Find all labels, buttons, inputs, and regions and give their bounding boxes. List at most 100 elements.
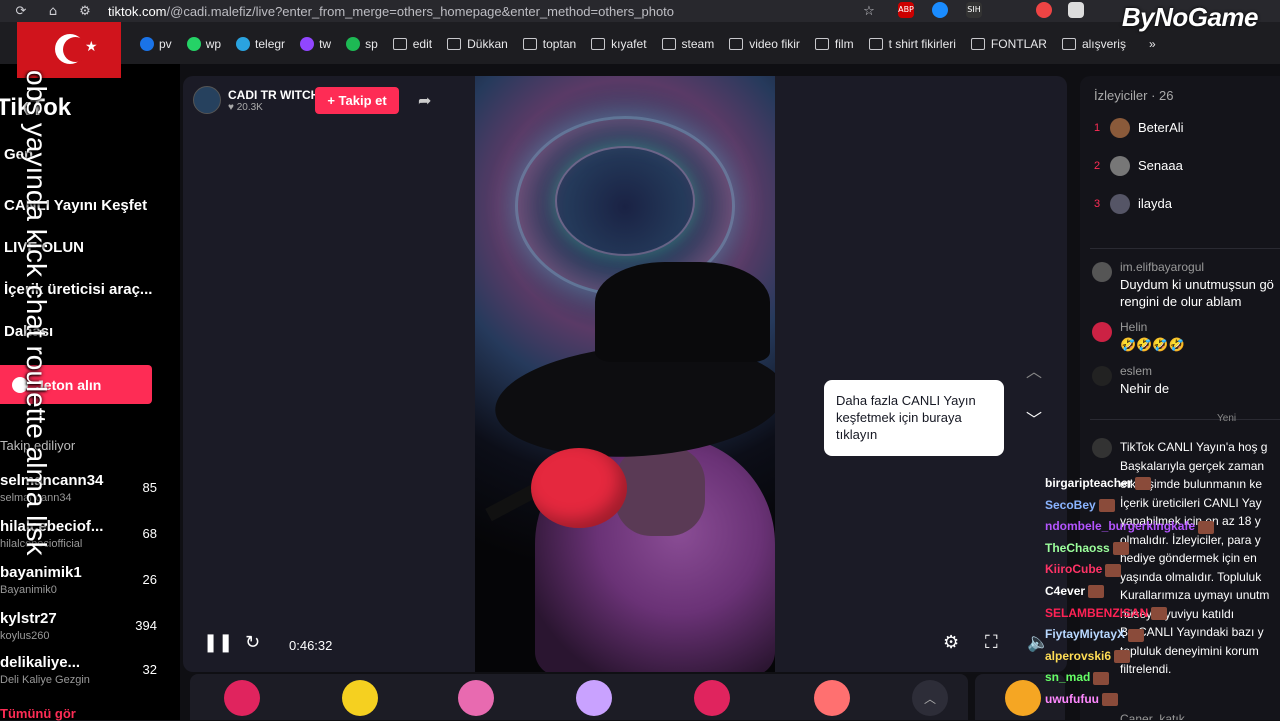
emote-icon <box>1198 520 1215 534</box>
previous-live-arrow-icon[interactable]: ︿ <box>1026 358 1042 382</box>
overlay-chat-name: KiiroCube <box>1045 562 1103 577</box>
bookmark-favicon-icon <box>346 37 361 51</box>
rose-gift-icon[interactable] <box>224 680 260 716</box>
settings-icon[interactable]: ⚙ <box>943 632 959 653</box>
emote-icon <box>1101 693 1118 707</box>
address-bar: ⟳ ⌂ ⚙ tiktok.com/@cadi.malefiz/live?ente… <box>0 0 1280 22</box>
viewer-rank: 3 <box>1094 198 1101 210</box>
folder-icon <box>392 38 407 50</box>
bookmark-item[interactable]: toptan <box>522 37 576 51</box>
reload-icon[interactable]: ⟳ <box>10 0 32 22</box>
viewer-avatar[interactable] <box>1110 118 1130 138</box>
overlay-chat-name: SecoBey <box>1045 497 1096 512</box>
chat-username[interactable]: Caner_katık <box>1120 712 1185 720</box>
bookmark-label: kıyafet <box>611 37 647 51</box>
live-video[interactable] <box>475 76 775 672</box>
tiktok-gift-icon[interactable] <box>576 680 612 716</box>
viewer-avatar[interactable] <box>1110 156 1130 176</box>
overlay-chat-user: uwufufuu <box>1045 692 1118 707</box>
viewers-header[interactable]: İzleyiciler · 26 <box>1094 88 1174 103</box>
bookmark-label: t shirt fikirleri <box>888 37 956 51</box>
tiktok-system-icon <box>1092 438 1112 458</box>
watermark-logo: ByNoGame <box>1121 2 1259 32</box>
overlay-chat-name: C4ever <box>1045 584 1086 598</box>
bookmark-item[interactable]: steam <box>661 37 714 51</box>
bookmark-item[interactable]: wp <box>186 37 221 51</box>
refresh-icon[interactable]: ↻ <box>245 632 260 653</box>
perfume-gift-icon[interactable] <box>458 680 494 716</box>
streamer-name[interactable]: CADI TR WITCH <box>228 88 319 102</box>
bookmark-item[interactable]: t shirt fikirleri <box>868 37 956 51</box>
bookmark-label: tw <box>319 37 332 51</box>
fullscreen-icon[interactable]: ⛶ <box>985 632 998 653</box>
bookmark-favicon-icon <box>140 37 154 51</box>
streamer-face <box>615 446 705 536</box>
pause-icon[interactable]: ❚❚ <box>203 632 233 653</box>
sponge-gift-icon[interactable] <box>342 680 378 716</box>
chat-avatar[interactable] <box>1092 366 1112 386</box>
bookmark-item[interactable]: film <box>814 37 854 51</box>
bookmark-item[interactable]: edit <box>392 37 432 51</box>
sih-extension-icon[interactable]: SIH <box>966 2 982 18</box>
emote-icon <box>1128 628 1145 642</box>
next-live-arrow-icon[interactable]: ﹀ <box>1026 406 1042 430</box>
overlay-chat-name: uwufufuu <box>1045 692 1099 706</box>
chat-username[interactable]: eslem <box>1120 364 1152 378</box>
bookmarks-overflow-button[interactable]: » <box>1149 37 1156 51</box>
bookmark-item[interactable]: pv <box>140 37 172 51</box>
chat-avatar[interactable] <box>1092 262 1112 282</box>
folder-icon <box>661 38 676 50</box>
extension-icon-2[interactable] <box>1068 2 1084 18</box>
url-text[interactable]: tiktok.com/@cadi.malefiz/live?enter_from… <box>108 4 674 19</box>
bookmark-item[interactable]: sp <box>346 37 378 51</box>
heart-bear-gift-icon[interactable] <box>814 680 850 716</box>
chat-avatar[interactable] <box>1092 322 1112 342</box>
live-player[interactable]: CADI TR WITCH ♥ 20.3K + Takip et ➦ ❚❚ ↻ … <box>183 76 1067 672</box>
streamer-avatar[interactable] <box>193 86 221 114</box>
bookmark-label: video fikir <box>749 37 800 51</box>
extension-icon[interactable] <box>1036 2 1052 18</box>
follow-button[interactable]: + Takip et <box>315 87 399 114</box>
bookmark-star-icon[interactable]: ☆ <box>858 0 880 22</box>
bookmark-favicon-icon <box>186 37 201 51</box>
folder-icon <box>729 38 744 50</box>
bookmark-label: film <box>834 37 854 51</box>
chat-message: 🤣🤣🤣🤣 <box>1120 337 1185 352</box>
viewer-avatar[interactable] <box>1110 194 1130 214</box>
tiktok-coin-gift-icon[interactable] <box>1005 680 1041 716</box>
bookmark-item[interactable]: telegr <box>236 37 285 51</box>
microphone <box>531 448 627 528</box>
share-icon[interactable]: ➦ <box>418 91 431 110</box>
chat-username[interactable]: Helin <box>1120 320 1147 334</box>
badge-gift-icon[interactable] <box>694 680 730 716</box>
viewer-count: 68 <box>142 526 157 541</box>
bookmark-item[interactable]: alışveriş <box>1061 37 1126 51</box>
new-divider-label: Yeni <box>1217 413 1237 424</box>
viewer-name[interactable]: BeterAli <box>1138 120 1184 135</box>
bookmark-label: Dükkan <box>467 37 508 51</box>
overlay-chat-name: sn_mad <box>1045 670 1091 685</box>
abp-extension-icon[interactable]: ABP <box>898 2 914 18</box>
bookmark-item[interactable]: tw <box>300 37 331 51</box>
explore-tooltip[interactable]: Daha fazla CANLI Yayın keşfetmek için bu… <box>824 380 1004 456</box>
bookmark-item[interactable]: FONTLAR <box>970 37 1047 51</box>
bookmark-item[interactable]: kıyafet <box>591 37 647 51</box>
overlay-chat-name: FiytayMiytayX <box>1045 627 1126 642</box>
site-info-icon[interactable]: ⚙ <box>74 0 96 22</box>
overlay-chat-user: sn_mad <box>1045 670 1110 685</box>
home-icon[interactable]: ⌂ <box>42 0 64 22</box>
emote-icon <box>1093 671 1110 685</box>
viewer-count: 26 <box>142 572 157 587</box>
bookmark-label: telegr <box>255 37 286 51</box>
chat-username[interactable]: im.elifbayarogul <box>1120 260 1204 274</box>
viewer-name[interactable]: Senaaa <box>1138 158 1183 173</box>
folder-icon <box>447 38 462 50</box>
shazam-extension-icon[interactable] <box>932 2 948 18</box>
more-gifts-chevron-icon[interactable]: ︿ <box>912 680 948 716</box>
system-message-line: topluluk deneyimini korum <box>1120 643 1259 658</box>
streamer-info[interactable]: CADI TR WITCH ♥ 20.3K <box>193 86 319 114</box>
overlay-chat-user: alperovski6 <box>1045 649 1131 664</box>
bookmark-item[interactable]: video fikir <box>729 37 800 51</box>
bookmark-item[interactable]: Dükkan <box>447 37 508 51</box>
viewer-name[interactable]: ilayda <box>1138 196 1172 211</box>
